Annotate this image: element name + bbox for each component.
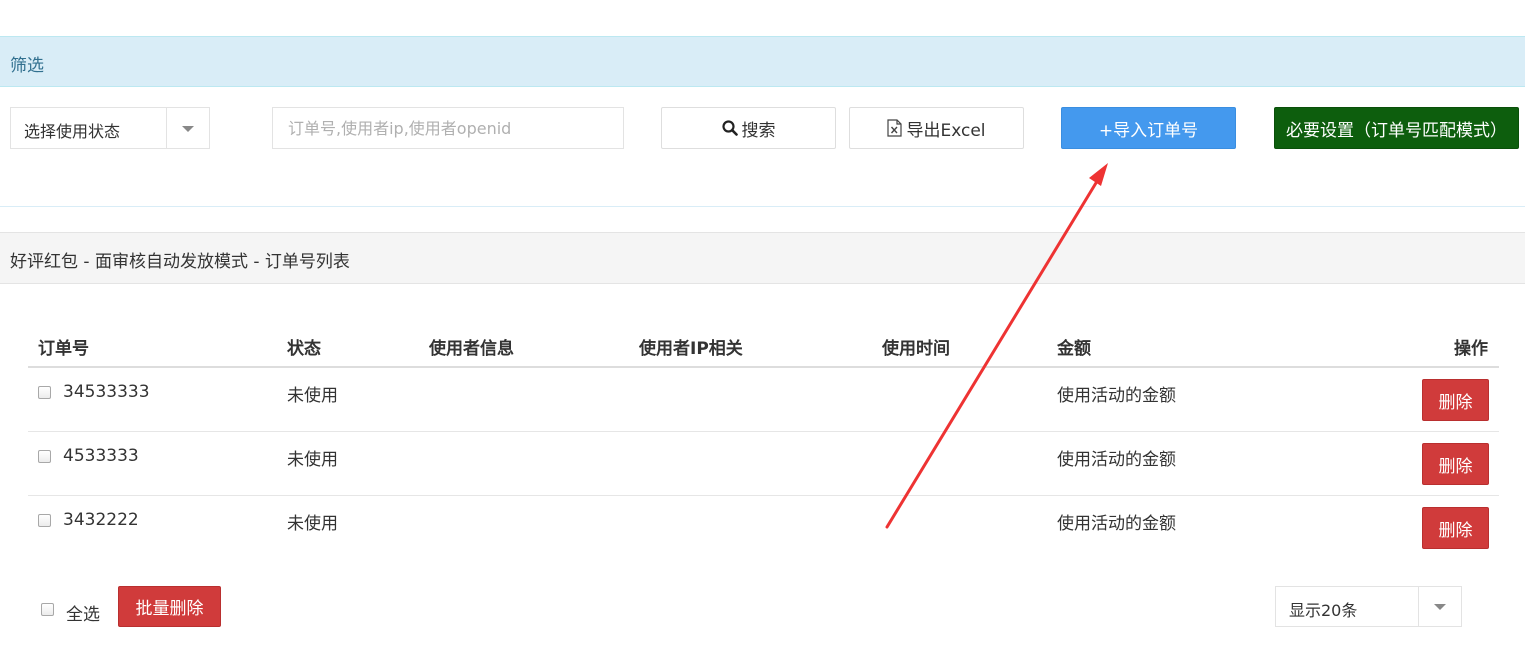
column-header-status: 状态	[287, 339, 321, 359]
delete-button[interactable]: 删除	[1422, 379, 1489, 421]
row-checkbox[interactable]	[38, 386, 51, 399]
status-text: 未使用	[287, 386, 338, 406]
table-row: 3432222 未使用 使用活动的金额 删除	[28, 496, 1499, 560]
delete-button[interactable]: 删除	[1422, 507, 1489, 549]
search-button[interactable]: 搜索	[661, 107, 836, 149]
select-all-label[interactable]: 全选	[66, 600, 100, 625]
import-order-button[interactable]: +导入订单号	[1061, 107, 1236, 149]
column-header-amount: 金额	[1057, 339, 1091, 359]
chevron-down-icon[interactable]	[182, 126, 194, 132]
filter-panel-header: 筛选	[0, 36, 1525, 87]
section-divider	[0, 206, 1525, 207]
select-divider	[166, 108, 167, 148]
order-number: 4533333	[63, 446, 139, 466]
search-icon	[721, 120, 738, 136]
amount-text: 使用活动的金额	[1057, 386, 1176, 406]
excel-file-icon	[887, 119, 903, 137]
select-all-checkbox[interactable]	[41, 603, 54, 616]
amount-text: 使用活动的金额	[1057, 514, 1176, 534]
search-input[interactable]	[272, 107, 624, 149]
row-checkbox[interactable]	[38, 450, 51, 463]
column-header-user-ip: 使用者IP相关	[639, 339, 743, 359]
status-select-value: 选择使用状态	[24, 122, 121, 141]
search-button-label: 搜索	[741, 120, 776, 141]
row-checkbox[interactable]	[38, 514, 51, 527]
order-number: 3432222	[63, 510, 139, 530]
column-header-order-no: 订单号	[38, 339, 89, 359]
status-text: 未使用	[287, 450, 338, 470]
export-button-label: 导出Excel	[906, 120, 986, 141]
table-row: 4533333 未使用 使用活动的金额 删除	[28, 432, 1499, 496]
status-text: 未使用	[287, 514, 338, 534]
table-header: 订单号 状态 使用者信息 使用者IP相关 使用时间 金额 操作	[28, 320, 1499, 368]
settings-button[interactable]: 必要设置（订单号匹配模式）	[1274, 107, 1519, 149]
status-select[interactable]: 选择使用状态	[10, 107, 210, 149]
list-panel-header: 好评红包 - 面审核自动发放模式 - 订单号列表	[0, 232, 1525, 284]
table-row: 34533333 未使用 使用活动的金额 删除	[28, 368, 1499, 432]
page-size-select[interactable]: 显示20条	[1275, 586, 1462, 627]
order-number: 34533333	[63, 382, 150, 402]
amount-text: 使用活动的金额	[1057, 450, 1176, 470]
select-divider	[1418, 587, 1419, 626]
settings-button-label: 必要设置（订单号匹配模式）	[1286, 120, 1507, 141]
column-header-user-info: 使用者信息	[429, 339, 514, 359]
export-excel-button[interactable]: 导出Excel	[849, 107, 1024, 149]
import-button-label: +导入订单号	[1098, 120, 1199, 141]
column-header-use-time: 使用时间	[882, 339, 950, 359]
page-size-value: 显示20条	[1289, 601, 1358, 620]
chevron-down-icon[interactable]	[1434, 604, 1446, 610]
filter-title: 筛选	[10, 56, 44, 76]
delete-button[interactable]: 删除	[1422, 443, 1489, 485]
list-title: 好评红包 - 面审核自动发放模式 - 订单号列表	[10, 252, 350, 272]
batch-delete-button[interactable]: 批量删除	[118, 586, 221, 627]
column-header-actions: 操作	[1454, 339, 1488, 359]
